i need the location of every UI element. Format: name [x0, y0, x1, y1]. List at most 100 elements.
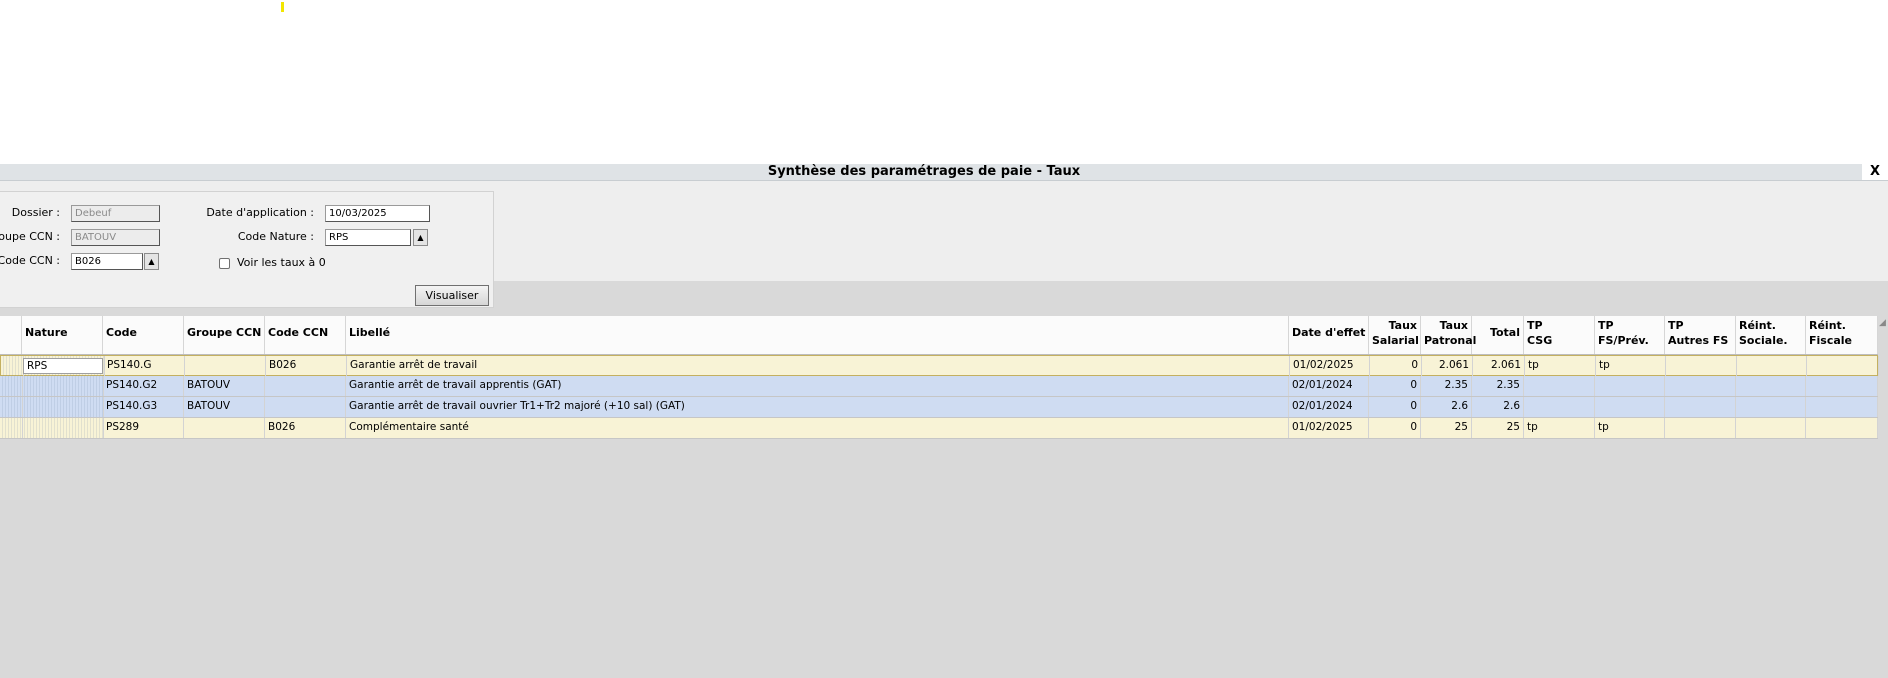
row-header[interactable] [0, 376, 23, 396]
cell-tp-autres-fs[interactable] [1665, 376, 1736, 396]
cell-total[interactable]: 2.35 [1472, 376, 1524, 396]
cell-tp-csg[interactable]: tp [1525, 356, 1596, 376]
date-application-label: Date d'application : [206, 206, 314, 219]
cell-taux-salarial[interactable]: 0 [1369, 397, 1421, 417]
col-groupe-ccn[interactable]: Groupe CCN [184, 316, 265, 354]
col-taux-patronal[interactable]: Taux Patronal [1421, 316, 1476, 354]
cell-taux-patronal[interactable]: 2.061 [1422, 356, 1473, 376]
cell-date-effet[interactable]: 02/01/2024 [1289, 397, 1369, 417]
col-taux-salarial[interactable]: Taux Salarial [1369, 316, 1421, 354]
col-date-effet[interactable]: Date d'effet [1289, 316, 1369, 354]
col-tp-fs-prev[interactable]: TP FS/Prév. [1595, 316, 1665, 354]
cell-date-effet[interactable]: 01/02/2025 [1289, 418, 1369, 438]
cell-libelle[interactable]: Garantie arrêt de travail ouvrier Tr1+Tr… [346, 397, 1289, 417]
cell-tp-autres-fs[interactable] [1666, 356, 1737, 376]
cell-code[interactable]: PS140.G2 [103, 376, 184, 396]
visualiser-button[interactable]: Visualiser [415, 285, 489, 306]
cell-code-ccn[interactable] [265, 376, 346, 396]
cell-code[interactable]: PS140.G3 [103, 397, 184, 417]
grid-resize-icon: ◢ [1879, 318, 1886, 328]
col-code-ccn[interactable]: Code CCN [265, 316, 346, 354]
nature-cell[interactable] [22, 376, 104, 396]
cell-code-ccn[interactable]: B026 [265, 418, 346, 438]
cell-reint-sociale[interactable] [1736, 376, 1806, 396]
cell-taux-patronal[interactable]: 2.35 [1421, 376, 1472, 396]
close-button[interactable]: X [1862, 163, 1888, 180]
cell-total[interactable]: 25 [1472, 418, 1524, 438]
cell-tp-fs-prev[interactable] [1595, 397, 1665, 417]
cell-tp-autres-fs[interactable] [1665, 397, 1736, 417]
col-code[interactable]: Code [103, 316, 184, 354]
code-nature-field[interactable]: RPS [325, 229, 411, 246]
cell-reint-sociale[interactable] [1736, 397, 1806, 417]
voir-taux-zero-checkbox[interactable] [219, 258, 230, 269]
dossier-label: Dossier : [11, 206, 60, 219]
code-nature-lookup-button[interactable]: ▲ [413, 229, 428, 246]
col-tp-autres-fs[interactable]: TP Autres FS [1665, 316, 1736, 354]
cell-groupe-ccn[interactable] [185, 356, 266, 376]
cell-reint-fiscale[interactable] [1806, 397, 1878, 417]
cell-tp-csg[interactable]: tp [1524, 418, 1595, 438]
row-header[interactable] [0, 418, 23, 438]
cell-code[interactable]: PS289 [103, 418, 184, 438]
table-row[interactable]: PS140.G2 BATOUV Garantie arrêt de travail … [0, 376, 1878, 397]
payroll-settings-window: Synthèse des paramétrages de paie - Taux… [0, 163, 1888, 678]
col-nature[interactable]: Nature [22, 316, 103, 354]
filter-area: Dossier : Debeuf Groupe CCN : BATOUV Cod… [0, 181, 1888, 308]
nature-cell[interactable] [22, 397, 104, 417]
code-ccn-lookup-button[interactable]: ▲ [144, 253, 159, 270]
col-tp-csg[interactable]: TP CSG [1524, 316, 1595, 354]
col-reint-fiscale[interactable]: Réint. Fiscale [1806, 316, 1878, 354]
cell-reint-fiscale[interactable] [1806, 418, 1878, 438]
cell-date-effet[interactable]: 01/02/2025 [1290, 356, 1370, 376]
row-header[interactable] [1, 356, 24, 376]
cell-code-ccn[interactable]: B026 [266, 356, 347, 376]
cell-groupe-ccn[interactable]: BATOUV [184, 376, 265, 396]
cell-groupe-ccn[interactable] [184, 418, 265, 438]
dossier-field[interactable]: Debeuf [71, 205, 160, 222]
filter-panel: Dossier : Debeuf Groupe CCN : BATOUV Cod… [0, 191, 494, 308]
table-row[interactable]: RPS PS140.G B026 Garantie arrêt de travail 0… [0, 355, 1879, 376]
cell-total[interactable]: 2.6 [1472, 397, 1524, 417]
cell-reint-sociale[interactable] [1737, 356, 1807, 376]
col-libelle[interactable]: Libellé [346, 316, 1289, 354]
nature-cell-editor[interactable]: RPS [23, 358, 103, 374]
cell-code-ccn[interactable] [265, 397, 346, 417]
code-ccn-field[interactable]: B026 [71, 253, 143, 270]
cell-libelle[interactable]: Garantie arrêt de travail apprentis (GAT… [346, 376, 1289, 396]
groupe-ccn-field[interactable]: BATOUV [71, 229, 160, 246]
row-header[interactable] [0, 397, 23, 417]
row-header-stub [0, 316, 22, 354]
cell-tp-csg[interactable] [1524, 397, 1595, 417]
rates-grid: Nature Code Groupe CCN Code CCN Libellé … [0, 316, 1888, 678]
cell-tp-fs-prev[interactable]: tp [1596, 356, 1666, 376]
code-nature-label: Code Nature : [237, 230, 314, 243]
table-row[interactable]: PS289 B026 Complémentaire santé 01/02/2025 0… [0, 418, 1878, 439]
cell-reint-fiscale[interactable] [1806, 376, 1878, 396]
cell-reint-sociale[interactable] [1736, 418, 1806, 438]
col-reint-sociale[interactable]: Réint. Sociale. [1736, 316, 1806, 354]
col-total[interactable]: Total [1472, 316, 1524, 354]
cell-libelle[interactable]: Garantie arrêt de travail [347, 356, 1290, 376]
date-application-field[interactable]: 10/03/2025 [325, 205, 430, 222]
window-titlebar: Synthèse des paramétrages de paie - Taux… [0, 163, 1888, 181]
cell-groupe-ccn[interactable]: BATOUV [184, 397, 265, 417]
groupe-ccn-label: Groupe CCN : [0, 230, 60, 243]
cell-libelle[interactable]: Complémentaire santé [346, 418, 1289, 438]
nature-cell[interactable] [22, 418, 104, 438]
grid-header: Nature Code Groupe CCN Code CCN Libellé … [0, 316, 1878, 355]
cell-tp-csg[interactable] [1524, 376, 1595, 396]
cell-tp-autres-fs[interactable] [1665, 418, 1736, 438]
cell-date-effet[interactable]: 02/01/2024 [1289, 376, 1369, 396]
cell-code[interactable]: PS140.G [104, 356, 185, 376]
cell-reint-fiscale[interactable] [1807, 356, 1879, 376]
cell-taux-salarial[interactable]: 0 [1369, 418, 1421, 438]
table-row[interactable]: PS140.G3 BATOUV Garantie arrêt de travail … [0, 397, 1878, 418]
cell-taux-salarial[interactable]: 0 [1370, 356, 1422, 376]
cell-tp-fs-prev[interactable] [1595, 376, 1665, 396]
cell-taux-salarial[interactable]: 0 [1369, 376, 1421, 396]
cell-taux-patronal[interactable]: 2.6 [1421, 397, 1472, 417]
cell-total[interactable]: 2.061 [1473, 356, 1525, 376]
cell-tp-fs-prev[interactable]: tp [1595, 418, 1665, 438]
cell-taux-patronal[interactable]: 25 [1421, 418, 1472, 438]
